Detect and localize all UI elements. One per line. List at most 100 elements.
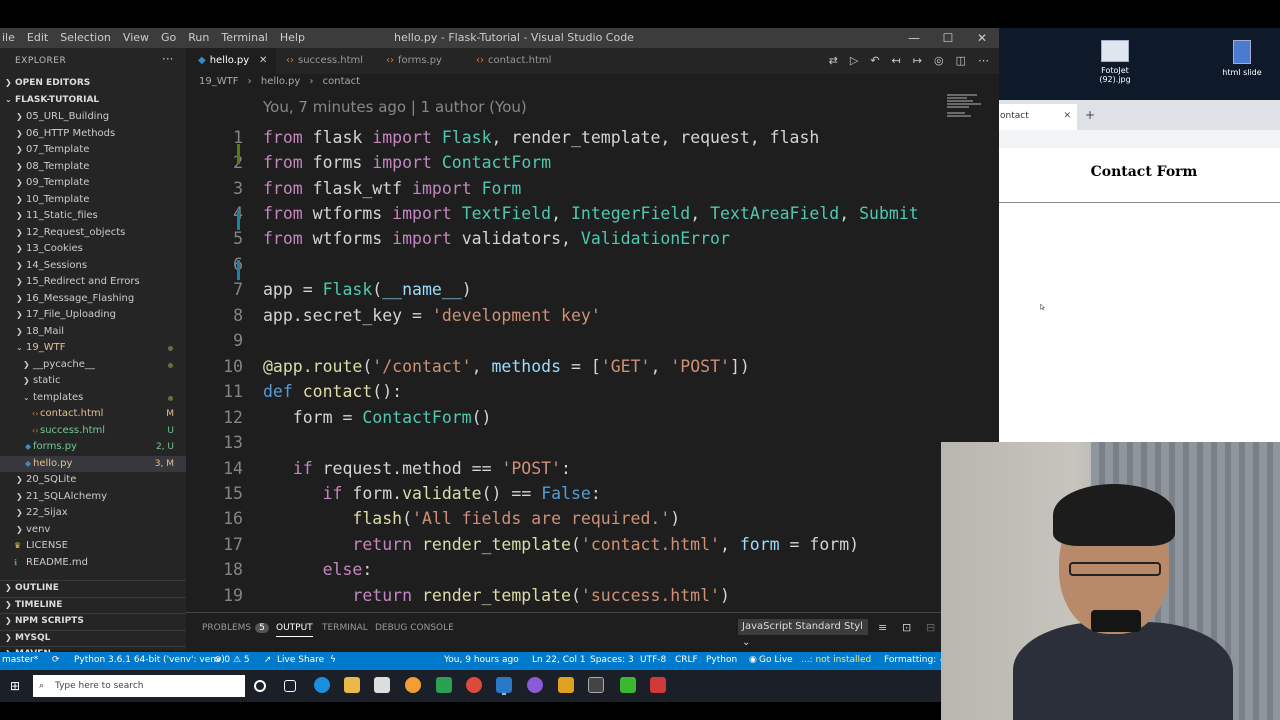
go-live-icon[interactable]: ◉: [749, 655, 757, 665]
project-section[interactable]: ⌄ FLASK-TUTORIAL: [0, 93, 186, 109]
task-view-icon[interactable]: [284, 680, 296, 692]
lightning-icon[interactable]: ϟ: [330, 655, 336, 665]
more-actions-icon[interactable]: ···: [162, 52, 173, 66]
live-share[interactable]: Live Share: [277, 655, 324, 665]
tree-item[interactable]: ❯ 05_URL_Building: [0, 109, 186, 125]
tree-item[interactable]: ❯ 09_Template: [0, 175, 186, 191]
tree-item[interactable]: ❯ 07_Template: [0, 142, 186, 158]
tree-item[interactable]: ❯ venv: [0, 522, 186, 538]
windows-start-icon[interactable]: ⊞: [10, 679, 24, 693]
close-window-button[interactable]: ✕: [965, 28, 999, 48]
tree-item[interactable]: ❯ 08_Template: [0, 159, 186, 175]
indentation[interactable]: Spaces: 3: [590, 655, 634, 665]
breadcrumb-symbol[interactable]: contact: [323, 76, 360, 87]
cortana-icon[interactable]: [254, 680, 266, 692]
tree-item[interactable]: ❯ 15_Redirect and Errors: [0, 274, 186, 290]
compare-icon[interactable]: ⇄: [829, 54, 838, 67]
timeline-icon[interactable]: ◎: [934, 54, 944, 67]
previous-change-icon[interactable]: ↤: [892, 54, 901, 67]
address-bar[interactable]: [999, 130, 1280, 148]
new-tab-button[interactable]: +: [1085, 108, 1095, 122]
sidebar-section[interactable]: ❯ OUTLINE: [0, 580, 186, 596]
app-icon[interactable]: [558, 677, 574, 693]
desktop-file-fotojet[interactable]: FotoJet (92).jpg: [1085, 40, 1145, 84]
more-icon[interactable]: ⋯: [978, 54, 989, 67]
menu-edit[interactable]: Edit: [27, 31, 56, 44]
file-explorer-icon[interactable]: [344, 677, 360, 693]
menu-selection[interactable]: Selection: [60, 31, 119, 44]
git-branch[interactable]: master*: [2, 655, 38, 665]
breadcrumb-file[interactable]: hello.py: [261, 76, 300, 87]
clear-output-icon[interactable]: ≡: [878, 621, 887, 634]
menu-go[interactable]: Go: [161, 31, 184, 44]
tree-item[interactable]: ❯ __pycache__: [0, 357, 186, 373]
git-blame-status[interactable]: You, 9 hours ago: [444, 655, 519, 665]
menu-file[interactable]: ile: [2, 31, 23, 44]
tab-output[interactable]: OUTPUT: [276, 623, 313, 637]
browser-tab-contact[interactable]: ontact ✕: [999, 104, 1077, 130]
not-installed-status[interactable]: ...: not installed: [801, 655, 871, 665]
encoding[interactable]: UTF-8: [640, 655, 666, 665]
sync-icon[interactable]: ⟳: [52, 655, 60, 665]
next-change-icon[interactable]: ↦: [913, 54, 922, 67]
breadcrumb-folder[interactable]: 19_WTF: [199, 76, 238, 87]
line-ending[interactable]: CRLF: [675, 655, 698, 665]
tree-item[interactable]: ❯ 16_Message_Flashing: [0, 291, 186, 307]
pycharm-icon[interactable]: [620, 677, 636, 693]
split-editor-icon[interactable]: ◫: [956, 54, 966, 67]
tree-item[interactable]: ❯ 22_Sijax: [0, 505, 186, 521]
menu-run[interactable]: Run: [188, 31, 217, 44]
tree-item[interactable]: ❯ 11_Static_files: [0, 208, 186, 224]
problems-status[interactable]: ⊗ 0 ⚠ 5: [214, 655, 250, 665]
tree-item[interactable]: ❯ static: [0, 373, 186, 389]
language-mode[interactable]: Python: [706, 655, 737, 665]
close-icon[interactable]: ✕: [1063, 104, 1071, 128]
tree-item[interactable]: ❯ 18_Mail: [0, 324, 186, 340]
menu-view[interactable]: View: [123, 31, 157, 44]
minimize-button[interactable]: —: [897, 28, 931, 48]
tab-terminal[interactable]: TERMINAL: [322, 623, 368, 633]
tree-item[interactable]: ❯ 20_SQLite: [0, 472, 186, 488]
app-icon[interactable]: [650, 677, 666, 693]
menu-help[interactable]: Help: [280, 31, 313, 44]
run-icon[interactable]: ▷: [850, 54, 858, 67]
tree-item[interactable]: ◆ hello.py 3, M: [0, 455, 186, 472]
maximize-button[interactable]: ☐: [931, 28, 965, 48]
edge-icon[interactable]: [314, 677, 330, 693]
tab-forms-py[interactable]: ‹› forms.py: [376, 48, 466, 74]
sidebar-section[interactable]: ❯ NPM SCRIPTS: [0, 613, 186, 629]
code-editor[interactable]: You, 7 minutes ago | 1 author (You) 1 fro…: [186, 92, 941, 612]
store-icon[interactable]: [374, 677, 390, 693]
output-channel-select[interactable]: JavaScript Standard Styl ⌄: [738, 619, 868, 648]
tree-item[interactable]: ❯ 17_File_Uploading: [0, 307, 186, 323]
tree-item[interactable]: ❯ 21_SQLAlchemy: [0, 489, 186, 505]
tree-item[interactable]: ❯ 14_Sessions: [0, 258, 186, 274]
tree-item[interactable]: ❯ 12_Request_objects: [0, 225, 186, 241]
tree-item[interactable]: ❯ 10_Template: [0, 192, 186, 208]
chrome-icon[interactable]: [466, 677, 482, 693]
tree-item[interactable]: ‹› success.html U: [0, 423, 186, 439]
tab-debug-console[interactable]: DEBUG CONSOLE: [375, 623, 454, 633]
tree-item[interactable]: ℹ README.md: [0, 555, 186, 571]
tab-hello-py[interactable]: ◆ hello.py ✕: [186, 48, 276, 74]
desktop-file-html-slide[interactable]: html slide: [1212, 40, 1272, 77]
menu-terminal[interactable]: Terminal: [221, 31, 276, 44]
tree-item[interactable]: ⌄ 19_WTF: [0, 340, 186, 356]
tree-item[interactable]: ⌄ templates: [0, 390, 186, 406]
app-icon[interactable]: [527, 677, 543, 693]
sidebar-section[interactable]: ❯ MYSQL: [0, 629, 186, 646]
lock-icon[interactable]: ⊡: [902, 621, 911, 634]
git-blame-codelens[interactable]: You, 7 minutes ago | 1 author (You): [263, 98, 527, 116]
tree-item[interactable]: ❯ 06_HTTP Methods: [0, 126, 186, 142]
taskbar-search[interactable]: ⌕ Type here to search: [33, 675, 245, 697]
cursor-position[interactable]: Ln 22, Col 1: [532, 655, 586, 665]
tree-item[interactable]: ◆ forms.py 2, U: [0, 439, 186, 455]
tab-contact-html[interactable]: ‹› contact.html: [466, 48, 566, 74]
tab-success-html[interactable]: ‹› success.html: [276, 48, 376, 74]
terminal-icon[interactable]: [588, 677, 604, 693]
go-live[interactable]: Go Live: [759, 655, 793, 665]
tree-item[interactable]: ‹› contact.html M: [0, 406, 186, 422]
tree-item[interactable]: ♛ LICENSE: [0, 538, 186, 554]
python-interpreter[interactable]: Python 3.6.1 64-bit ('venv': venv): [74, 655, 225, 665]
sheets-icon[interactable]: [436, 677, 452, 693]
